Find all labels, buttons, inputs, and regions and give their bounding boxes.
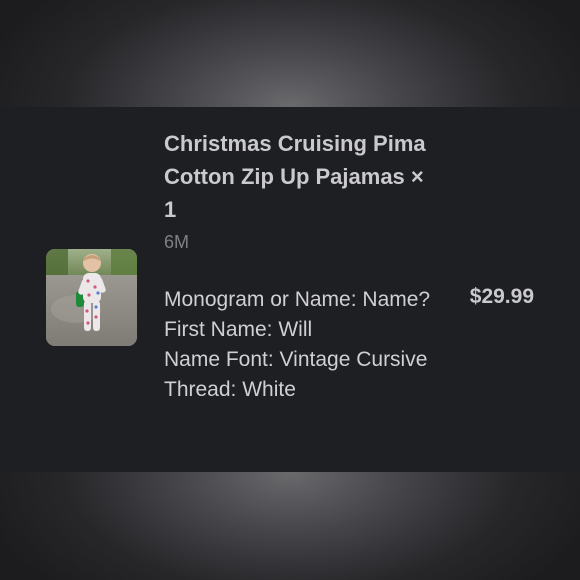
property-first-name: First Name: Will (164, 318, 313, 341)
item-price: $29.99 (469, 285, 534, 308)
product-title[interactable]: Christmas Cruising Pima Cotton Zip Up Pa… (164, 127, 434, 226)
property-name-font: Name Font: Vintage Cursive (164, 348, 428, 371)
product-photo-icon (46, 249, 137, 346)
item-properties: Monogram or Name: Name? First Name: Will… (164, 285, 434, 405)
property-thread: Thread: White (164, 378, 296, 401)
product-thumbnail[interactable] (46, 249, 137, 346)
property-monogram: Monogram or Name: Name? (164, 288, 431, 311)
variant-label: 6M (164, 232, 190, 252)
top-backdrop (0, 0, 580, 107)
order-line-item: Christmas Cruising Pima Cotton Zip Up Pa… (0, 107, 580, 472)
bottom-backdrop (0, 472, 580, 580)
